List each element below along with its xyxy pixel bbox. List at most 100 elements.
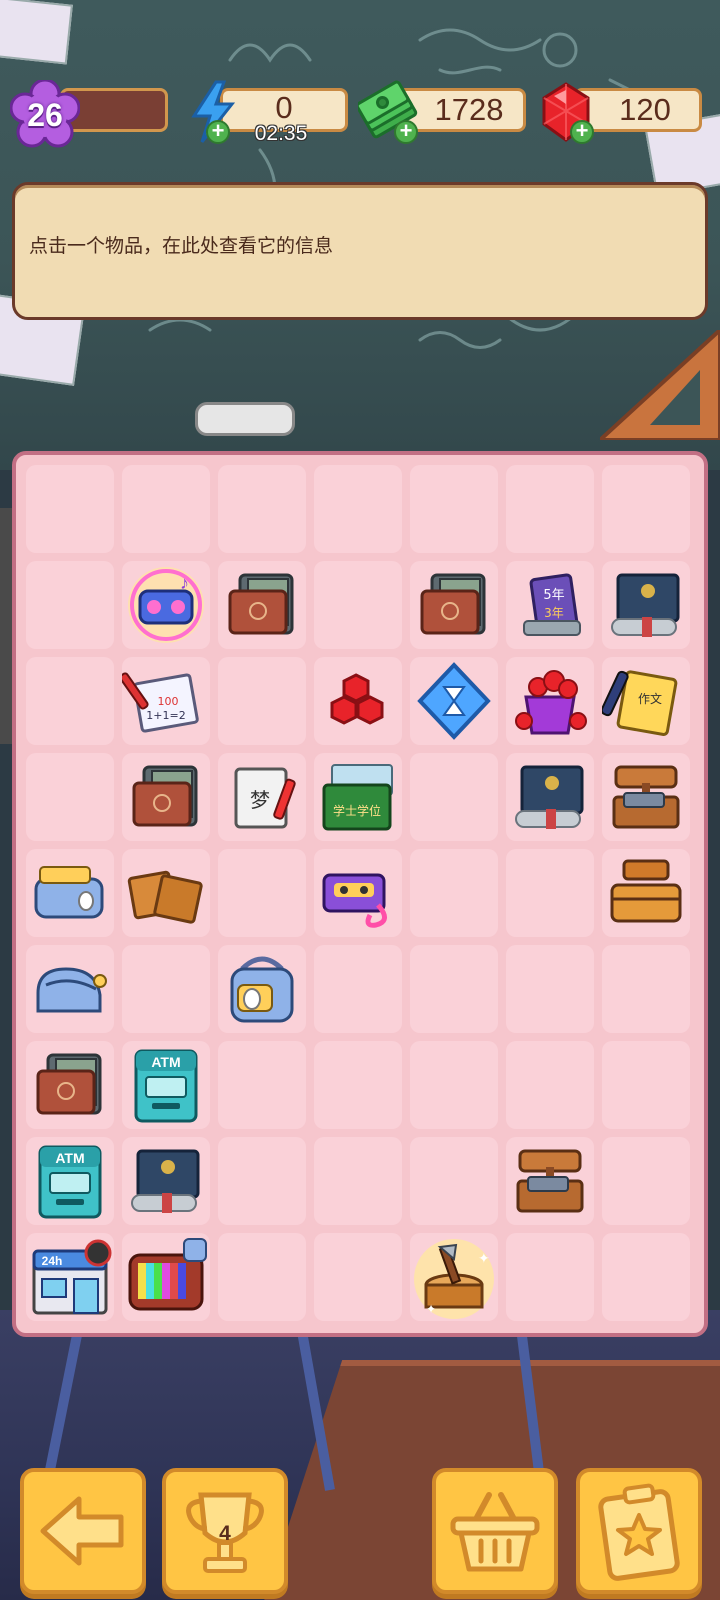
music-device-icon: ♪: [128, 567, 204, 643]
wallet-stack-icon: [420, 573, 486, 635]
board-cell[interactable]: [26, 753, 114, 841]
cassette-tape-item[interactable]: [314, 849, 402, 937]
bunny-backpack-item[interactable]: [218, 945, 306, 1033]
svg-text:24h: 24h: [42, 1254, 63, 1268]
graduation-books-item[interactable]: 5年 3年: [506, 561, 594, 649]
eraser: [195, 402, 295, 436]
level-number: 26: [27, 96, 63, 133]
dream-notebook-item[interactable]: 梦: [218, 753, 306, 841]
board-cell[interactable]: [218, 1041, 306, 1129]
svg-text:作文: 作文: [638, 691, 662, 706]
bunny-backpack-icon: [230, 956, 294, 1023]
bachelor-degree-item[interactable]: 学士学位: [314, 753, 402, 841]
diploma-book-icon: [515, 765, 584, 829]
board-cell[interactable]: [602, 465, 690, 553]
board-cell[interactable]: [218, 1233, 306, 1321]
test-paper-item[interactable]: 100 1+1=2: [119, 657, 210, 745]
clipboard-star-icon: [598, 1483, 680, 1581]
atm-machine-item[interactable]: ATM: [26, 1137, 114, 1225]
svg-text:学士学位: 学士学位: [333, 803, 381, 818]
convenience-store-item[interactable]: 24h: [26, 1233, 114, 1321]
tree-stump-axe-item[interactable]: ✦ ✦: [410, 1233, 498, 1321]
board-cell[interactable]: [506, 1233, 594, 1321]
add-energy-button[interactable]: +: [206, 120, 230, 144]
add-cash-button[interactable]: +: [394, 120, 418, 144]
board-cell[interactable]: [602, 1137, 690, 1225]
wallet-stack-item[interactable]: [410, 561, 498, 649]
board-cell[interactable]: [314, 945, 402, 1033]
atm-machine-icon: ATM: [38, 1145, 102, 1219]
board-cell[interactable]: [506, 945, 594, 1033]
level-badge[interactable]: 26: [10, 80, 80, 150]
diploma-book-item[interactable]: [506, 753, 594, 841]
atm-machine-item[interactable]: ATM: [122, 1041, 210, 1129]
sticky-paper: [0, 0, 73, 65]
hourglass-crystal-icon: [417, 662, 491, 740]
tasks-button[interactable]: [576, 1468, 702, 1594]
wallet-stack-item[interactable]: [218, 561, 306, 649]
signboard-cash-icon: [516, 1149, 584, 1213]
gem-bucket-icon: [515, 670, 587, 735]
board-cell[interactable]: [218, 657, 306, 745]
board-cell[interactable]: [314, 465, 402, 553]
wooden-chest-item[interactable]: [602, 849, 690, 937]
wooden-planks-item[interactable]: [122, 849, 210, 937]
music-device-item[interactable]: ♪: [122, 561, 210, 649]
signboard-cash-item[interactable]: [506, 1137, 594, 1225]
trophy-button[interactable]: 4: [162, 1468, 288, 1594]
board-cell[interactable]: [26, 465, 114, 553]
board-cell[interactable]: [410, 849, 498, 937]
svg-text:ATM: ATM: [151, 1054, 180, 1070]
board-cell[interactable]: [602, 1233, 690, 1321]
board-cell[interactable]: [314, 1041, 402, 1129]
wallet-stack-item[interactable]: [122, 753, 210, 841]
board-cell[interactable]: [122, 945, 210, 1033]
blue-pouch-icon: [36, 967, 107, 1013]
energy-timer: 02:35: [254, 122, 308, 145]
board-cell[interactable]: [314, 561, 402, 649]
signboard-cash-item[interactable]: [602, 753, 690, 841]
wallet-stack-icon: [132, 765, 198, 827]
atm-machine-icon: ATM: [134, 1049, 198, 1123]
wallet-stack-item[interactable]: [26, 1041, 114, 1129]
board-cell[interactable]: [218, 1137, 306, 1225]
board-cell[interactable]: [602, 945, 690, 1033]
board-cell[interactable]: [410, 1041, 498, 1129]
board-cell[interactable]: [410, 945, 498, 1033]
bunny-pencil-case-icon: [34, 866, 104, 919]
svg-text:3年: 3年: [544, 606, 564, 620]
bachelor-degree-icon: 学士学位: [322, 764, 393, 831]
gem-bucket-item[interactable]: [506, 657, 594, 745]
board-cell[interactable]: [506, 849, 594, 937]
board-cell[interactable]: [410, 753, 498, 841]
retro-tv-item[interactable]: [122, 1233, 210, 1321]
hourglass-crystal-item[interactable]: [410, 657, 498, 745]
diploma-book-item[interactable]: [602, 561, 690, 649]
retro-tv-icon: [128, 1238, 207, 1311]
graduation-books-icon: 5年 3年: [523, 573, 581, 636]
svg-text:100: 100: [158, 695, 179, 708]
board-cell[interactable]: [314, 1233, 402, 1321]
board-cell[interactable]: [26, 657, 114, 745]
essay-papers-item[interactable]: 作文: [600, 657, 690, 745]
arrow-left-icon: [40, 1496, 124, 1566]
red-gems-item[interactable]: [314, 657, 402, 745]
back-button[interactable]: [20, 1468, 146, 1594]
board-cell[interactable]: [122, 465, 210, 553]
board-cell[interactable]: [506, 465, 594, 553]
board-cell[interactable]: [410, 465, 498, 553]
board-cell[interactable]: [26, 561, 114, 649]
svg-text:✦: ✦: [426, 1302, 436, 1316]
add-gems-button[interactable]: +: [570, 120, 594, 144]
board-cell[interactable]: [314, 1137, 402, 1225]
board-cell[interactable]: [602, 1041, 690, 1129]
diploma-book-item[interactable]: [122, 1137, 210, 1225]
board-cell[interactable]: [218, 849, 306, 937]
bunny-pencil-case-item[interactable]: [26, 849, 114, 937]
cash-value: 1728: [434, 92, 504, 127]
blue-pouch-item[interactable]: [26, 945, 114, 1033]
board-cell[interactable]: [410, 1137, 498, 1225]
board-cell[interactable]: [218, 465, 306, 553]
basket-button[interactable]: [432, 1468, 558, 1594]
board-cell[interactable]: [506, 1041, 594, 1129]
